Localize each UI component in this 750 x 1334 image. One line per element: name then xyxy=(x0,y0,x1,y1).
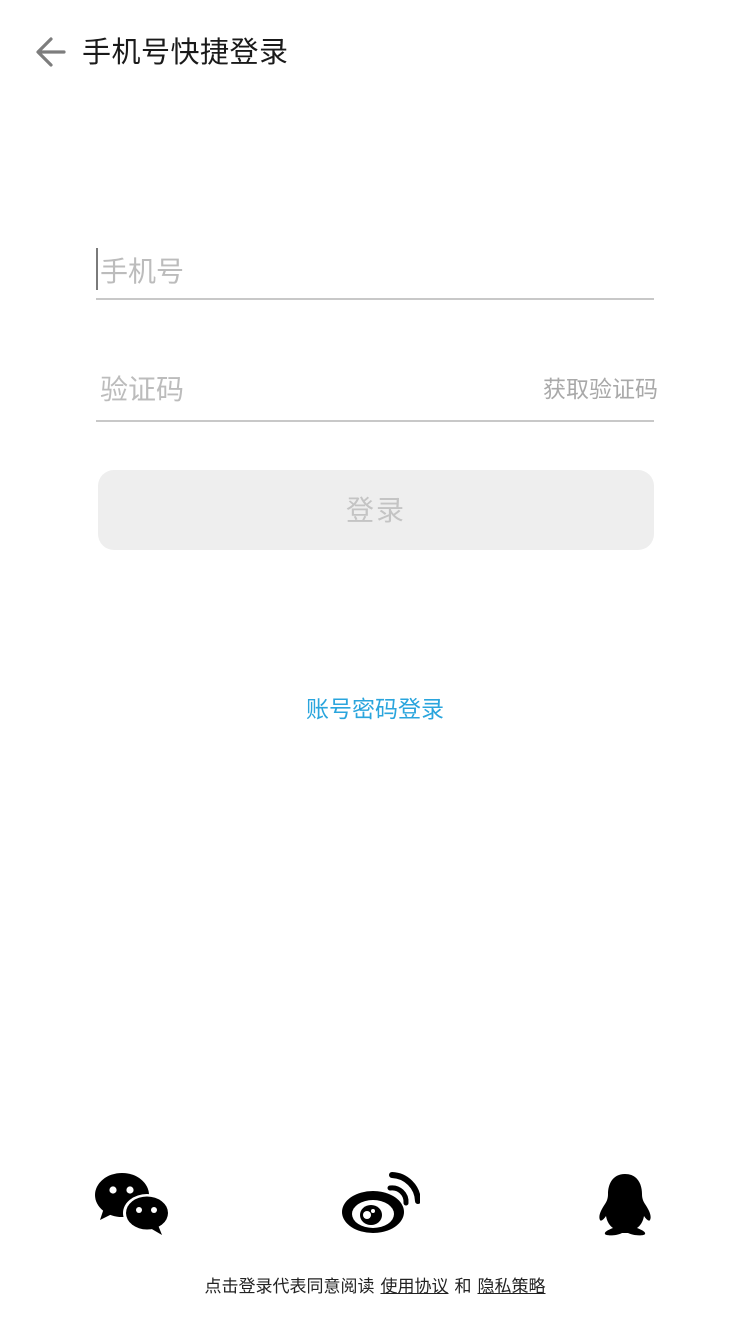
phone-field xyxy=(96,240,654,300)
header: 手机号快捷登录 xyxy=(0,0,750,104)
qq-login-button[interactable] xyxy=(594,1170,656,1240)
get-code-button[interactable]: 获取验证码 xyxy=(543,370,658,410)
login-button[interactable]: 登录 xyxy=(98,470,654,550)
terms-of-use-link[interactable]: 使用协议 xyxy=(381,1277,449,1297)
agreement-text: 点击登录代表同意阅读 使用协议和隐私策略 xyxy=(0,1272,750,1302)
back-button[interactable] xyxy=(30,30,76,74)
weibo-login-button[interactable] xyxy=(340,1170,420,1240)
arrow-left-icon xyxy=(36,37,66,67)
wechat-icon xyxy=(95,1173,170,1235)
page-title: 手机号快捷登录 xyxy=(82,35,289,69)
wechat-login-button[interactable] xyxy=(94,1170,170,1240)
verification-code-field: 获取验证码 xyxy=(96,358,658,422)
login-page: 手机号快捷登录 获取验证码 登录 账号密码登录 xyxy=(0,0,750,1334)
agreement-joiner: 和 xyxy=(454,1277,472,1297)
password-login-link[interactable]: 账号密码登录 xyxy=(0,690,750,730)
agreement-prefix: 点击登录代表同意阅读 xyxy=(204,1277,375,1297)
privacy-policy-link[interactable]: 隐私策略 xyxy=(478,1277,546,1297)
verification-code-input[interactable] xyxy=(96,358,516,420)
phone-input[interactable] xyxy=(96,240,654,298)
weibo-icon xyxy=(342,1172,420,1233)
qq-icon xyxy=(599,1174,651,1236)
